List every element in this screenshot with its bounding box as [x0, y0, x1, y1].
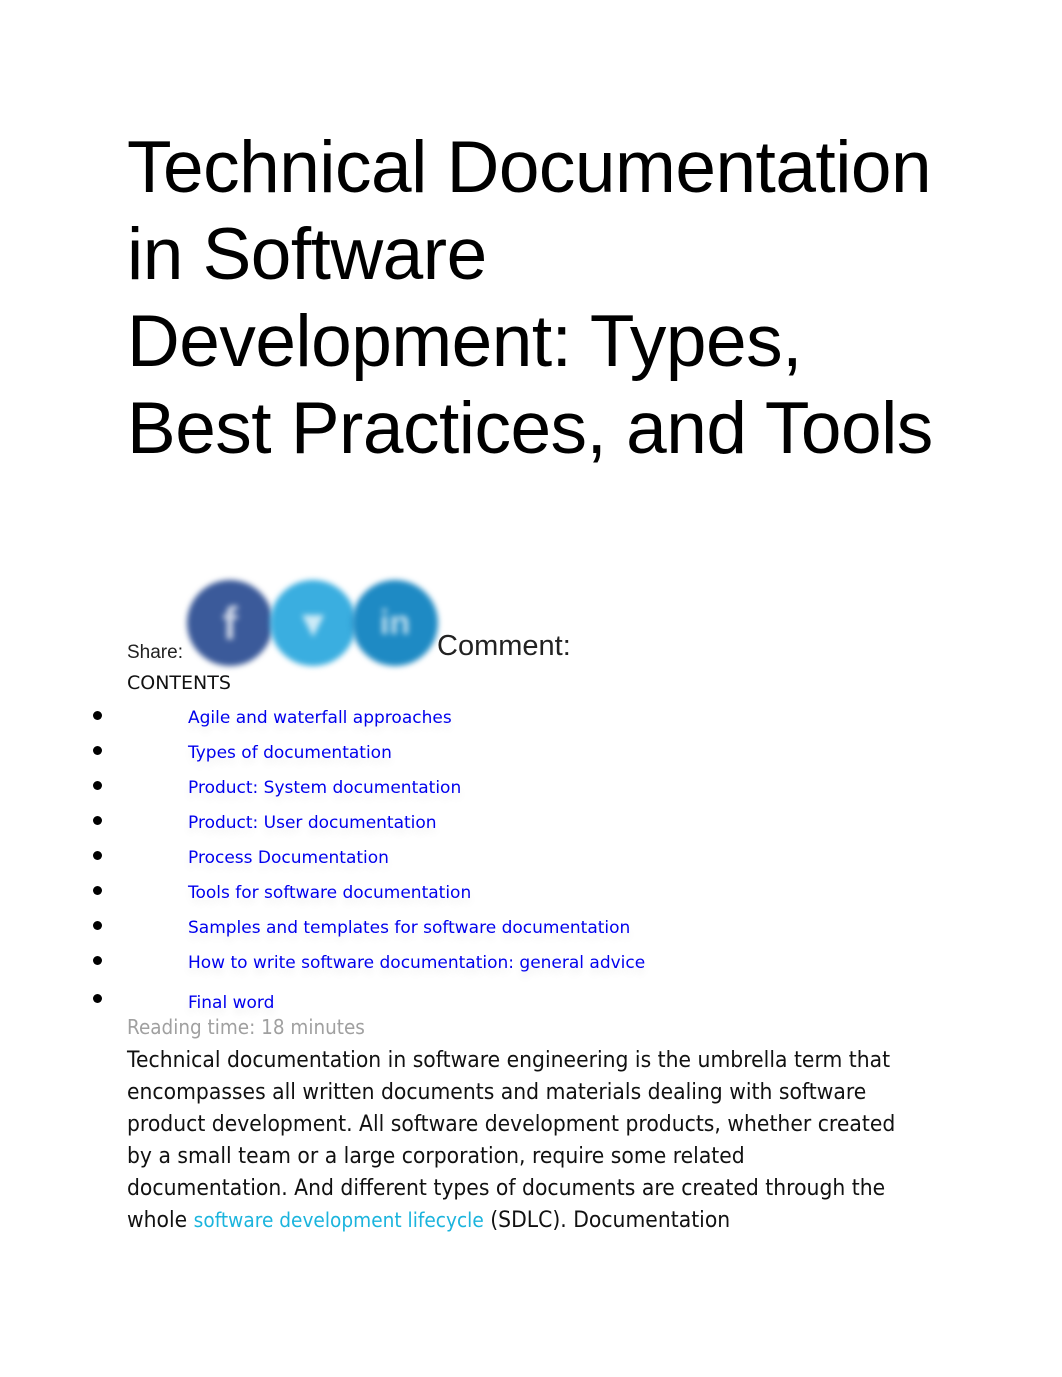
intro-paragraph: Technical documentation in software engi… [127, 1044, 905, 1236]
bullet-icon [93, 851, 102, 860]
twitter-glyph: ▾ [302, 601, 324, 645]
article-title: Technical Documentation in Software Deve… [127, 127, 933, 469]
toc-link-user-docs[interactable]: Product: User documentation [188, 813, 437, 833]
toc-link-final-word[interactable]: Final word [188, 993, 274, 1013]
toc-item: Product: System documentation [0, 773, 900, 808]
twitter-icon[interactable]: ▾ [270, 580, 356, 666]
linkedin-glyph: in [379, 603, 411, 642]
toc-link-agile-waterfall[interactable]: Agile and waterfall approaches [188, 708, 452, 728]
reading-time: Reading time: 18 minutes [127, 1015, 365, 1039]
bullet-icon [93, 781, 102, 790]
toc-item: Product: User documentation [0, 808, 900, 843]
comment-label[interactable]: Comment: [437, 630, 571, 663]
toc-link-process-docs[interactable]: Process Documentation [188, 848, 389, 868]
share-label: Share: [127, 642, 183, 663]
bullet-icon [93, 711, 102, 720]
toc-link-general-advice[interactable]: How to write software documentation: gen… [188, 953, 645, 973]
facebook-glyph: f [222, 597, 238, 649]
toc-item: Tools for software documentation [0, 878, 900, 913]
sdlc-link[interactable]: software development lifecycle [194, 1208, 484, 1232]
intro-text-tail: (SDLC). Documentation [483, 1207, 731, 1233]
bullet-icon [93, 921, 102, 930]
bullet-icon [93, 816, 102, 825]
toc-item: Agile and waterfall approaches [0, 703, 900, 738]
bullet-icon [93, 886, 102, 895]
toc-item: Process Documentation [0, 843, 900, 878]
toc-link-types[interactable]: Types of documentation [188, 743, 392, 763]
linkedin-icon[interactable]: in [352, 580, 438, 666]
toc-item: Types of documentation [0, 738, 900, 773]
toc-link-samples-templates[interactable]: Samples and templates for software docum… [188, 918, 630, 938]
contents-heading: CONTENTS [127, 672, 231, 694]
toc-link-system-docs[interactable]: Product: System documentation [188, 778, 461, 798]
table-of-contents: Agile and waterfall approaches Types of … [0, 703, 900, 1020]
toc-item: How to write software documentation: gen… [0, 948, 900, 983]
bullet-icon [93, 956, 102, 965]
toc-link-tools[interactable]: Tools for software documentation [188, 883, 471, 903]
facebook-icon[interactable]: f [187, 580, 273, 666]
bullet-icon [93, 746, 102, 755]
intro-text: Technical documentation in software engi… [127, 1047, 896, 1233]
toc-item: Samples and templates for software docum… [0, 913, 900, 948]
bullet-icon [93, 994, 102, 1003]
share-bar: Share: f ▾ in Comment: [127, 572, 927, 672]
